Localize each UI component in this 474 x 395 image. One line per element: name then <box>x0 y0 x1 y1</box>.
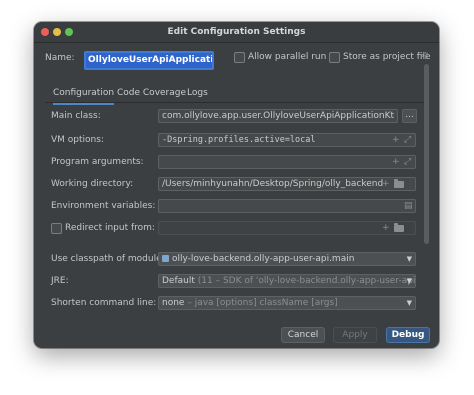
scrollbar[interactable] <box>424 64 429 244</box>
store-project-label: Store as project file <box>343 52 431 62</box>
main-class-browse-button[interactable]: ... <box>402 109 417 123</box>
jre-label: JRE: <box>51 276 69 286</box>
cancel-button[interactable]: Cancel <box>281 327 325 343</box>
gear-icon[interactable]: ⚙ <box>421 51 430 62</box>
redirect-field[interactable] <box>158 221 416 235</box>
tab-logs[interactable]: Logs <box>187 87 208 103</box>
redirect-checkbox[interactable] <box>51 223 62 234</box>
redirect-label: Redirect input from: <box>65 223 155 233</box>
vm-options-label: VM options: <box>51 135 104 145</box>
window-title: Edit Configuration Settings <box>167 27 306 37</box>
tabs-divider <box>45 102 429 103</box>
close-icon[interactable] <box>41 28 49 36</box>
shorten-value: none <box>162 298 185 308</box>
jre-detail: (11 – SDK of 'olly-love-backend.olly-app… <box>197 276 416 286</box>
env-vars-label: Environment variables: <box>51 201 156 211</box>
folder-icon[interactable] <box>394 179 404 188</box>
allow-parallel-label: Allow parallel run <box>248 52 327 62</box>
name-label: Name: <box>45 53 75 63</box>
minimize-icon[interactable] <box>53 28 61 36</box>
shorten-select[interactable]: none – java [options] className [args] ▼ <box>158 296 416 310</box>
main-class-label: Main class: <box>51 111 101 121</box>
chevron-down-icon: ▼ <box>406 299 412 307</box>
vm-options-field[interactable]: -Dspring.profiles.active=local <box>158 133 416 147</box>
title-bar: Edit Configuration Settings <box>34 22 439 43</box>
plus-icon[interactable]: + <box>392 156 400 168</box>
classpath-select[interactable]: olly-love-backend.olly-app-user-api.main… <box>158 252 416 266</box>
edit-configuration-dialog: Edit Configuration Settings Name: Ollylo… <box>34 22 439 348</box>
jre-select[interactable]: Default (11 – SDK of 'olly-love-backend.… <box>158 274 416 288</box>
working-dir-field[interactable]: /Users/minhyunahn/Desktop/Spring/olly_ba… <box>158 177 416 191</box>
debug-button[interactable]: Debug <box>386 327 430 343</box>
expand-icon[interactable]: ⤢ <box>404 156 411 168</box>
jre-value: Default <box>162 276 195 286</box>
program-args-field[interactable] <box>158 155 416 169</box>
plus-icon[interactable]: + <box>392 134 400 146</box>
expand-icon[interactable]: ⤢ <box>404 134 411 146</box>
maximize-icon[interactable] <box>65 28 73 36</box>
plus-icon[interactable]: + <box>382 178 390 190</box>
working-dir-label: Working directory: <box>51 179 134 189</box>
name-field[interactable]: OllyloveUserApiApplicationKt <box>84 51 214 70</box>
module-icon <box>162 255 169 262</box>
tab-code-coverage[interactable]: Code Coverage <box>117 87 186 103</box>
plus-icon[interactable]: + <box>382 222 390 234</box>
allow-parallel-checkbox[interactable] <box>234 52 245 63</box>
chevron-down-icon: ▼ <box>406 255 412 263</box>
working-dir-value: /Users/minhyunahn/Desktop/Spring/olly_ba… <box>162 179 384 189</box>
chevron-down-icon: ▼ <box>406 277 412 285</box>
store-project-checkbox[interactable] <box>329 52 340 63</box>
shorten-detail: – java [options] className [args] <box>187 298 338 308</box>
folder-icon[interactable] <box>394 223 404 232</box>
classpath-label: Use classpath of module: <box>51 254 165 264</box>
clipboard-icon[interactable]: ▤ <box>404 200 413 212</box>
env-vars-field[interactable] <box>158 199 416 213</box>
program-args-label: Program arguments: <box>51 157 144 167</box>
shorten-label: Shorten command line: <box>51 298 157 308</box>
apply-button[interactable]: Apply <box>333 327 377 343</box>
vm-options-value: -Dspring.profiles.active=local <box>162 135 316 145</box>
classpath-value: olly-love-backend.olly-app-user-api.main <box>172 254 355 264</box>
main-class-field[interactable]: com.ollylove.app.user.OllyloveUserApiApp… <box>158 109 398 123</box>
